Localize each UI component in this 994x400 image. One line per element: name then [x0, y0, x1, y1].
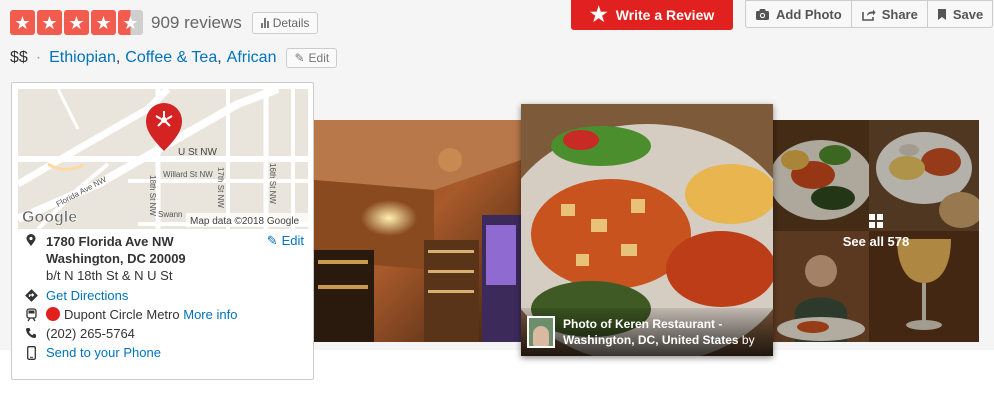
pencil-icon: ✎ [266, 233, 278, 248]
category-row: $$ · Ethiopian , Coffee & Tea , African … [10, 48, 338, 68]
caption-location: Washington, DC, United States [563, 333, 739, 347]
map-pin-icon [24, 234, 38, 247]
details-label: Details [272, 15, 310, 30]
business-info: 1780 Florida Ave NW Washington, DC 20009… [24, 233, 304, 364]
map[interactable]: U St NW Willard St NW Florida Ave NW 18t… [18, 89, 308, 229]
edit-address-link[interactable]: ✎ Edit [267, 233, 304, 249]
map-street-label: 16th St NW [268, 163, 277, 204]
map-street-label: Swann [158, 210, 182, 219]
interior-photo-graphic [314, 120, 521, 342]
address-row: 1780 Florida Ave NW Washington, DC 20009… [24, 233, 304, 284]
caption-line-1: Photo of Keren Restaurant - [563, 317, 723, 331]
map-graphic: U St NW Willard St NW Florida Ave NW 18t… [18, 89, 308, 229]
write-review-button[interactable]: ★ Write a Review [571, 0, 733, 30]
write-review-label: Write a Review [615, 7, 715, 23]
star-icon: ★ [91, 10, 116, 35]
featured-photo[interactable]: Photo of Keren Restaurant - Washington, … [521, 104, 773, 356]
photo-caption: Photo of Keren Restaurant - Washington, … [521, 308, 773, 356]
edit-label: Edit [308, 51, 330, 65]
mobile-icon [24, 346, 38, 360]
train-icon [24, 308, 38, 322]
bar-chart-icon [260, 17, 269, 28]
directions-icon [24, 289, 38, 302]
comma: , [217, 49, 222, 66]
get-directions-link[interactable]: Get Directions [46, 288, 128, 303]
map-street-label: U St NW [178, 147, 217, 158]
details-button[interactable]: Details [251, 11, 319, 34]
star-rating: ★ ★ ★ ★ ★ [10, 10, 143, 35]
review-count: 909 reviews [151, 12, 242, 32]
phone-number: (202) 265-5764 [46, 326, 135, 341]
star-icon: ★ [589, 4, 608, 26]
send-to-phone-row: Send to your Phone [24, 345, 304, 360]
action-buttons: Add Photo Share Save [745, 0, 994, 28]
share-button[interactable]: Share [851, 0, 928, 28]
metro-info: Dupont Circle Metro More info [46, 307, 237, 322]
google-logo: Google [22, 209, 77, 226]
share-label: Share [881, 6, 918, 22]
phone-row: (202) 265-5764 [24, 326, 304, 341]
star-icon: ★ [37, 10, 62, 35]
separator: · [35, 49, 42, 66]
metro-row: Dupont Circle Metro More info [24, 307, 304, 322]
comma: , [115, 49, 121, 66]
address-block: 1780 Florida Ave NW Washington, DC 20009… [46, 233, 186, 284]
avatar[interactable] [527, 316, 555, 348]
category-link-coffee-tea[interactable]: Coffee & Tea [125, 49, 217, 67]
restaurant-interior-photo[interactable] [314, 120, 521, 342]
map-attribution: Map data ©2018 Google [190, 216, 300, 227]
star-icon: ★ [10, 10, 35, 35]
caption-text: Photo of Keren Restaurant - Washington, … [563, 316, 755, 348]
send-to-phone-link[interactable]: Send to your Phone [46, 345, 161, 360]
see-all-label: See all 578 [842, 233, 910, 249]
edit-categories-button[interactable]: ✎ Edit [286, 48, 338, 68]
rating-row: ★ ★ ★ ★ ★ 909 reviews Details [10, 10, 319, 35]
address-line-1: 1780 Florida Ave NW [46, 234, 174, 249]
share-icon [861, 9, 876, 21]
price-range: $$ [10, 49, 28, 66]
map-street-label: 18th St NW [148, 175, 157, 216]
add-photo-button[interactable]: Add Photo [745, 0, 852, 28]
address-line-2: Washington, DC 20009 [46, 251, 186, 266]
cross-streets: b/t N 18th St & N U St [46, 268, 173, 283]
metro-station-name: Dupont Circle Metro [64, 307, 180, 322]
caption-line-2: Washington, DC, United States by [563, 332, 755, 348]
grid-icon [869, 213, 883, 228]
category-link-african[interactable]: African [227, 49, 277, 67]
save-label: Save [952, 6, 984, 22]
pencil-icon: ✎ [294, 51, 305, 65]
metro-line-icon [46, 307, 60, 321]
save-button[interactable]: Save [927, 0, 994, 28]
map-street-label: 17th St NW [216, 167, 225, 208]
directions-row: Get Directions [24, 288, 304, 303]
phone-icon [24, 327, 38, 339]
edit-address-label: Edit [281, 233, 304, 248]
star-half-icon: ★ [118, 10, 143, 35]
add-photo-label: Add Photo [776, 6, 842, 22]
camera-icon [756, 8, 769, 20]
star-icon: ★ [64, 10, 89, 35]
map-card: U St NW Willard St NW Florida Ave NW 18t… [11, 82, 314, 380]
see-all-photos-button[interactable]: See all 578 [773, 120, 979, 342]
metro-more-info-link[interactable]: More info [183, 307, 237, 322]
category-link-ethiopian[interactable]: Ethiopian [49, 49, 116, 67]
caption-by: by [741, 333, 755, 347]
map-street-label: Willard St NW [163, 170, 213, 179]
bookmark-icon [937, 8, 946, 20]
business-page: ★ ★ ★ ★ ★ 909 reviews Details $$ · Ethio… [0, 0, 994, 400]
